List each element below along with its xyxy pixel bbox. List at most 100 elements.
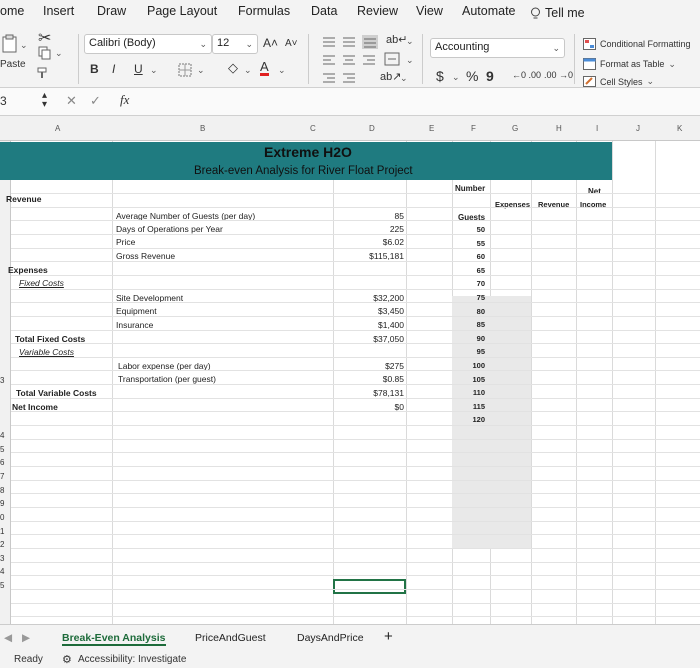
insert-function-button[interactable]: fx <box>120 92 129 108</box>
price-value[interactable]: $6.02 <box>334 237 404 247</box>
cut-icon[interactable]: ✂ <box>38 28 51 48</box>
column-header-i[interactable]: I <box>596 124 598 133</box>
days-value[interactable]: 225 <box>334 224 404 234</box>
decrease-indent-icon[interactable] <box>322 72 336 84</box>
cancel-icon[interactable]: ✕ <box>66 93 77 109</box>
orientation-icon[interactable]: ab↗ <box>380 70 401 83</box>
guests-value[interactable]: 60 <box>455 252 485 261</box>
row-header[interactable]: 4 <box>0 431 4 440</box>
column-header-g[interactable]: G <box>512 124 518 133</box>
font-color-icon[interactable]: A <box>260 60 269 76</box>
percent-button[interactable]: % <box>466 68 478 84</box>
sheet-tab-break-even[interactable]: Break-Even Analysis <box>62 632 166 646</box>
scroll-next-sheet-icon[interactable]: ▶ <box>22 632 30 644</box>
scroll-first-sheet-icon[interactable]: ◀ <box>4 632 12 644</box>
increase-font-icon[interactable]: A˄ <box>263 36 278 50</box>
guests-value[interactable]: 50 <box>455 225 485 234</box>
guests-value[interactable]: 90 <box>455 334 485 343</box>
worksheet-grid[interactable]: A B C D E F G H I J K 3456789012345 Extr… <box>0 116 700 624</box>
sheet-tab-days-and-price[interactable]: DaysAndPrice <box>297 632 364 644</box>
conditional-formatting-button[interactable]: Conditional Formatting <box>583 38 691 50</box>
guests-value[interactable]: 80 <box>455 307 485 316</box>
tell-me-box[interactable]: Tell me <box>530 6 585 20</box>
accessibility-status[interactable]: Accessibility: Investigate <box>78 654 186 665</box>
format-painter-icon[interactable] <box>36 66 50 80</box>
tab-review[interactable]: Review <box>357 4 398 18</box>
decrease-font-icon[interactable]: A˅ <box>285 38 298 49</box>
merge-dropdown-icon[interactable]: ⌄ <box>406 55 414 66</box>
align-bottom-icon[interactable] <box>362 35 378 49</box>
tab-data[interactable]: Data <box>311 4 337 18</box>
merge-center-icon[interactable] <box>384 52 400 66</box>
row-header[interactable]: 7 <box>0 472 4 481</box>
font-name-select[interactable]: Calibri (Body) ⌄ <box>84 34 212 54</box>
number-format-select[interactable]: Accounting ⌄ <box>430 38 565 58</box>
column-header-a[interactable]: A <box>55 124 60 133</box>
guests-value[interactable]: 105 <box>455 375 485 384</box>
guests-value[interactable]: 55 <box>455 239 485 248</box>
column-header-d[interactable]: D <box>369 124 375 133</box>
guests-value[interactable]: 85 <box>455 320 485 329</box>
column-header-k[interactable]: K <box>677 124 682 133</box>
cell-styles-button[interactable]: Cell Styles ⌄ <box>583 76 654 87</box>
column-header-j[interactable]: J <box>636 124 640 133</box>
guests-value[interactable]: 70 <box>455 279 485 288</box>
row-header[interactable]: 5 <box>0 581 4 590</box>
align-center-icon[interactable] <box>342 54 356 66</box>
enter-icon[interactable]: ✓ <box>90 93 101 109</box>
guests-value[interactable]: 75 <box>455 293 485 302</box>
currency-button[interactable]: $ <box>436 68 444 84</box>
decrease-decimal-icon[interactable]: .00 →0 <box>544 70 573 80</box>
tab-formulas[interactable]: Formulas <box>238 4 290 18</box>
align-top-icon[interactable] <box>322 36 336 48</box>
tab-view[interactable]: View <box>416 4 443 18</box>
column-header-c[interactable]: C <box>310 124 316 133</box>
underline-button[interactable]: U <box>134 62 143 76</box>
total-variable-costs-value[interactable]: $78,131 <box>334 388 404 398</box>
row-header[interactable]: 5 <box>0 445 4 454</box>
row-header[interactable]: 6 <box>0 458 4 467</box>
column-header-f[interactable]: F <box>471 124 476 133</box>
row-header[interactable]: 2 <box>0 540 4 549</box>
guests-value[interactable]: 115 <box>455 402 485 411</box>
font-color-dropdown-icon[interactable]: ⌄ <box>278 65 286 76</box>
row-header[interactable]: 0 <box>0 513 4 522</box>
paste-icon[interactable] <box>2 34 18 54</box>
row-header[interactable]: 8 <box>0 486 4 495</box>
guests-value[interactable]: 65 <box>455 266 485 275</box>
increase-indent-icon[interactable] <box>342 72 356 84</box>
sheet-tab-price-and-guest[interactable]: PriceAndGuest <box>195 632 266 644</box>
row-header[interactable]: 3 <box>0 554 4 563</box>
align-middle-icon[interactable] <box>342 36 356 48</box>
format-as-table-button[interactable]: Format as Table ⌄ <box>583 58 676 70</box>
selected-cell[interactable] <box>333 579 406 594</box>
row-header[interactable]: 4 <box>0 567 4 576</box>
name-box-stepper-icon[interactable]: ▴ ▾ <box>42 91 47 110</box>
bold-button[interactable]: B <box>90 62 99 76</box>
align-left-icon[interactable] <box>322 54 336 66</box>
guests-value[interactable]: 110 <box>455 388 485 397</box>
guests-value[interactable]: 120 <box>455 415 485 424</box>
transportation-value[interactable]: $0.85 <box>334 374 404 384</box>
comma-style-button[interactable]: 9 <box>486 68 494 84</box>
column-header-e[interactable]: E <box>429 124 434 133</box>
row-header[interactable]: 9 <box>0 499 4 508</box>
wrap-dropdown-icon[interactable]: ⌄ <box>406 36 414 47</box>
row-header[interactable]: 3 <box>0 376 4 385</box>
underline-dropdown-icon[interactable]: ⌄ <box>150 65 158 76</box>
tab-insert[interactable]: Insert <box>43 4 74 18</box>
align-right-icon[interactable] <box>362 54 376 66</box>
add-sheet-button[interactable]: + <box>384 628 393 645</box>
tab-draw[interactable]: Draw <box>97 4 126 18</box>
column-header-h[interactable]: H <box>556 124 562 133</box>
borders-dropdown-icon[interactable]: ⌄ <box>197 65 205 76</box>
gross-revenue-value[interactable]: $115,181 <box>334 251 404 261</box>
tab-automate[interactable]: Automate <box>462 4 516 18</box>
italic-button[interactable]: I <box>112 62 115 76</box>
paste-dropdown-icon[interactable]: ⌄ <box>20 40 28 51</box>
name-box[interactable]: 3 <box>0 94 7 108</box>
fill-dropdown-icon[interactable]: ⌄ <box>244 65 252 76</box>
guests-value[interactable]: 100 <box>455 361 485 370</box>
tab-page-layout[interactable]: Page Layout <box>147 4 217 18</box>
tab-home[interactable]: ome <box>0 4 24 18</box>
